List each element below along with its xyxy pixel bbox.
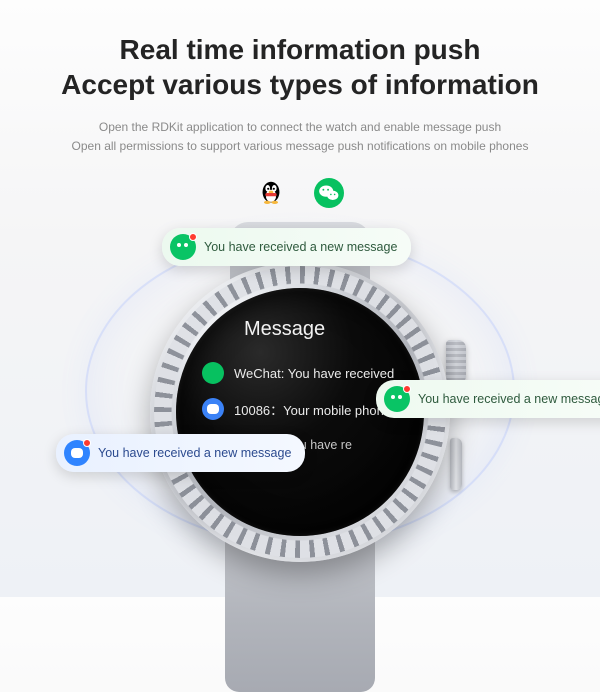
watch-crown [446, 340, 466, 384]
wechat-icon [384, 386, 410, 412]
watch-message-text: 10086：Your mobile phone is ir [234, 400, 398, 419]
subtext-line1: Open the RDKit application to connect th… [99, 120, 501, 134]
notification-text: You have received a new message [98, 446, 291, 460]
wechat-icon [314, 178, 344, 208]
subtext: Open the RDKit application to connect th… [0, 118, 600, 156]
wechat-icon [170, 234, 196, 260]
notification-bubble-left: You have received a new message [56, 434, 305, 472]
app-icon-row [0, 178, 600, 208]
subtext-line2: Open all permissions to support various … [72, 139, 529, 153]
wechat-icon [202, 362, 224, 384]
badge-dot [403, 385, 411, 393]
qq-penguin-svg [256, 178, 286, 208]
notification-text: You have received a new message [204, 240, 397, 254]
notification-bubble-right: You have received a new message [376, 380, 600, 418]
badge-dot [83, 439, 91, 447]
qq-icon [256, 178, 286, 208]
headline-line1: Real time information push [120, 34, 481, 65]
watch-message-row: WeChat: You have received a [202, 355, 398, 391]
notification-text: You have received a new message [418, 392, 600, 406]
sms-icon [202, 398, 224, 420]
watch-screen-title: Message [244, 318, 398, 341]
badge-dot [189, 233, 197, 241]
watch-message-text: WeChat: You have received a [234, 366, 398, 381]
messenger-icon [64, 440, 90, 466]
notification-bubble-top: You have received a new message [162, 228, 411, 266]
watch-stage: Message WeChat: You have received a 1008… [0, 216, 600, 596]
headline-line2: Accept various types of information [61, 69, 539, 100]
headline: Real time information push Accept variou… [0, 0, 600, 102]
watch-message-row: 10086：Your mobile phone is ir [202, 391, 398, 427]
watch-side-button [450, 438, 462, 490]
wechat-svg [314, 178, 344, 208]
